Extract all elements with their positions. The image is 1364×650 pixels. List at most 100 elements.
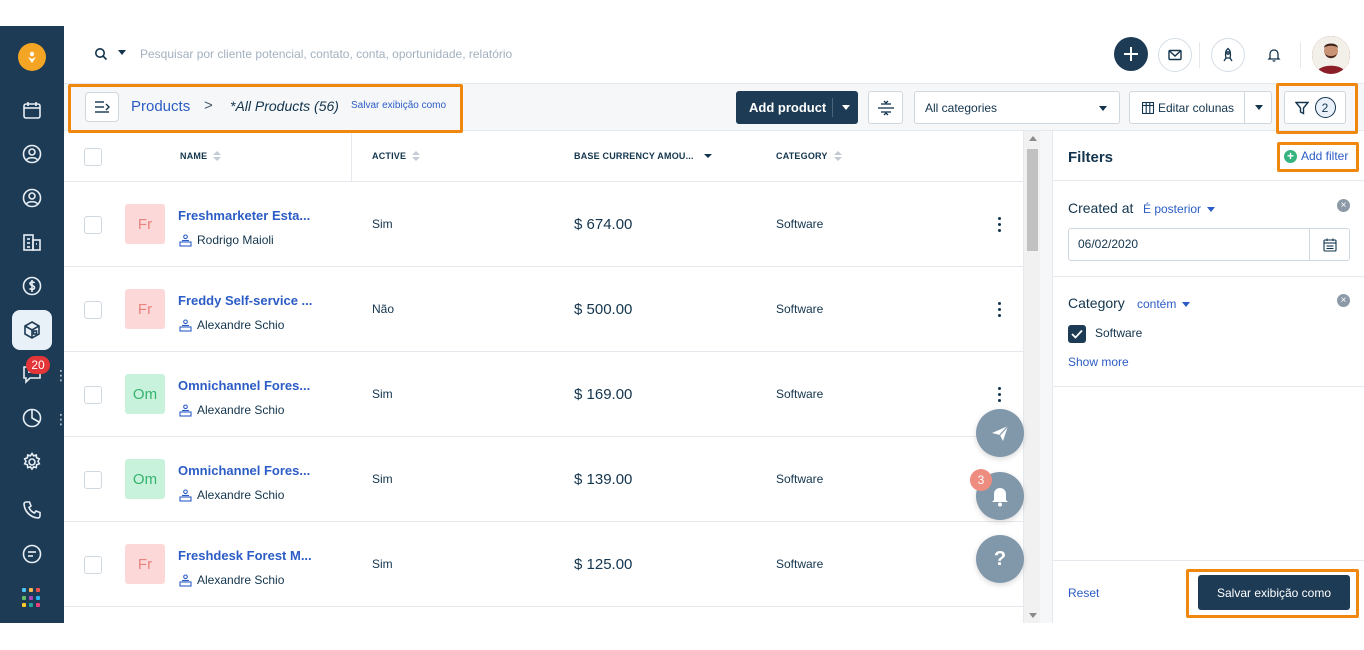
product-name-link[interactable]: Omnichannel Fores... — [178, 463, 310, 478]
reset-filters-link[interactable]: Reset — [1068, 586, 1099, 600]
product-name-link[interactable]: Freshdesk Forest M... — [178, 548, 312, 563]
row-checkbox[interactable] — [84, 301, 102, 319]
table-row[interactable]: Om Omnichannel Fores... Alexandre Schio … — [64, 352, 1024, 437]
filters-title: Filters — [1068, 149, 1114, 166]
top-bar — [64, 26, 1364, 84]
owner-icon — [179, 488, 192, 502]
category-select[interactable]: All categories — [914, 91, 1120, 124]
column-header-active[interactable]: ACTIVE — [372, 151, 421, 161]
select-all-checkbox[interactable] — [84, 148, 102, 166]
remove-filter-icon[interactable]: × — [1337, 294, 1350, 307]
date-input[interactable]: 06/02/2020 — [1068, 228, 1350, 261]
filters-panel-header: Filters + Add filter — [1053, 131, 1364, 181]
launch-button[interactable] — [1211, 38, 1245, 72]
notifications-button[interactable] — [1257, 38, 1291, 72]
table-scrollbar[interactable] — [1023, 131, 1040, 623]
table-row[interactable]: Om Omnichannel Fores... Alexandre Schio … — [64, 437, 1024, 522]
save-view-as-button[interactable]: Salvar exibição como — [1198, 575, 1350, 610]
scroll-up-arrow-icon[interactable] — [1029, 136, 1037, 141]
column-header-amount[interactable]: BASE CURRENCY AMOU... — [574, 151, 712, 161]
add-filter-button[interactable]: + Add filter — [1284, 149, 1348, 163]
table-row[interactable]: Fr Freshdesk Forest M... Alexandre Schio… — [64, 522, 1024, 607]
companies-icon[interactable] — [12, 222, 52, 262]
search-icon[interactable] — [94, 47, 108, 61]
filter-operator-dropdown[interactable]: É posterior — [1143, 202, 1216, 216]
filter-label: Created at — [1068, 200, 1134, 216]
row-checkbox[interactable] — [84, 386, 102, 404]
sidebar-toggle-button[interactable] — [85, 92, 119, 122]
row-actions-icon[interactable] — [990, 384, 1008, 404]
date-value[interactable]: 06/02/2020 — [1069, 229, 1310, 260]
chevron-down-icon[interactable] — [842, 105, 850, 110]
phone-icon[interactable] — [12, 490, 52, 530]
row-checkbox[interactable] — [84, 556, 102, 574]
amount-cell: $ 139.00 — [574, 471, 633, 488]
logo-icon[interactable] — [18, 43, 46, 71]
email-button[interactable] — [1158, 38, 1192, 72]
user-avatar[interactable] — [1312, 36, 1350, 74]
send-message-button[interactable] — [976, 409, 1024, 457]
help-button[interactable]: ? — [976, 535, 1024, 583]
paper-plane-icon — [992, 425, 1009, 441]
global-search-input[interactable] — [140, 42, 700, 66]
reports-icon[interactable] — [12, 398, 52, 438]
chevron-down-icon[interactable] — [1255, 105, 1263, 110]
filter-option-label[interactable]: Software — [1095, 326, 1142, 340]
sort-options-button[interactable] — [868, 91, 903, 124]
divider — [832, 98, 833, 117]
breadcrumb-separator: > — [204, 97, 213, 114]
add-product-button[interactable]: Add product — [736, 91, 858, 124]
settings-icon[interactable] — [12, 442, 52, 482]
table-row[interactable]: Fr Freddy Self-service ... Alexandre Sch… — [64, 267, 1024, 352]
notes-icon[interactable] — [12, 534, 52, 574]
category-cell: Software — [776, 387, 824, 401]
row-actions-icon[interactable] — [990, 214, 1008, 234]
filter-count-badge: 2 — [1314, 97, 1336, 118]
column-header-category[interactable]: CATEGORY — [776, 151, 842, 161]
apps-icon[interactable] — [22, 588, 42, 608]
active-cell: Sim — [372, 472, 393, 486]
remove-filter-icon[interactable]: × — [1337, 199, 1350, 212]
filter-icon — [1294, 101, 1309, 115]
add-filter-label: Add filter — [1301, 149, 1349, 163]
edit-columns-button[interactable]: Editar colunas — [1129, 91, 1272, 124]
calendar-icon[interactable] — [12, 90, 52, 130]
left-nav: 20 ⋮ ⋮ — [0, 26, 68, 623]
divider — [1199, 42, 1200, 68]
list-header: Products > *All Products (56) Salvar exi… — [64, 84, 1364, 131]
product-name-link[interactable]: Omnichannel Fores... — [178, 378, 310, 393]
sort-descending-icon — [703, 154, 712, 158]
filter-operator-dropdown[interactable]: contém — [1137, 297, 1191, 311]
deals-icon[interactable] — [12, 266, 52, 306]
row-actions-icon[interactable] — [990, 299, 1008, 319]
row-checkbox[interactable] — [84, 471, 102, 489]
show-more-link[interactable]: Show more — [1068, 355, 1129, 369]
search-scope-caret-icon[interactable] — [118, 50, 126, 55]
owner-icon — [179, 403, 192, 417]
scroll-down-arrow-icon[interactable] — [1029, 613, 1037, 618]
software-checkbox[interactable] — [1068, 325, 1086, 343]
product-owner: Alexandre Schio — [179, 403, 284, 417]
product-thumbnail: Fr — [125, 289, 165, 329]
column-header-label: ACTIVE — [372, 151, 407, 161]
quick-add-button[interactable] — [1114, 37, 1148, 71]
calendar-picker-icon[interactable] — [1310, 238, 1349, 252]
save-view-as-link[interactable]: Salvar exibição como — [351, 100, 446, 111]
products-icon[interactable] — [12, 310, 52, 350]
category-cell: Software — [776, 557, 824, 571]
row-checkbox[interactable] — [84, 216, 102, 234]
column-header-name[interactable]: NAME — [180, 151, 222, 161]
filter-toggle-button[interactable]: 2 — [1284, 91, 1346, 124]
contacts-icon[interactable] — [12, 134, 52, 174]
accounts-icon[interactable] — [12, 178, 52, 218]
product-name-link[interactable]: Freddy Self-service ... — [178, 293, 312, 308]
product-name-link[interactable]: Freshmarketer Esta... — [178, 208, 310, 223]
scrollbar-thumb[interactable] — [1027, 149, 1038, 251]
table-row[interactable]: Fr Freshmarketer Esta... Rodrigo Maioli … — [64, 182, 1024, 267]
breadcrumb-products-link[interactable]: Products — [131, 98, 190, 115]
owner-name: Alexandre Schio — [197, 573, 285, 587]
list-view-icon — [95, 101, 110, 113]
product-owner: Alexandre Schio — [179, 488, 284, 502]
amount-cell: $ 125.00 — [574, 556, 633, 573]
column-divider — [351, 131, 352, 182]
